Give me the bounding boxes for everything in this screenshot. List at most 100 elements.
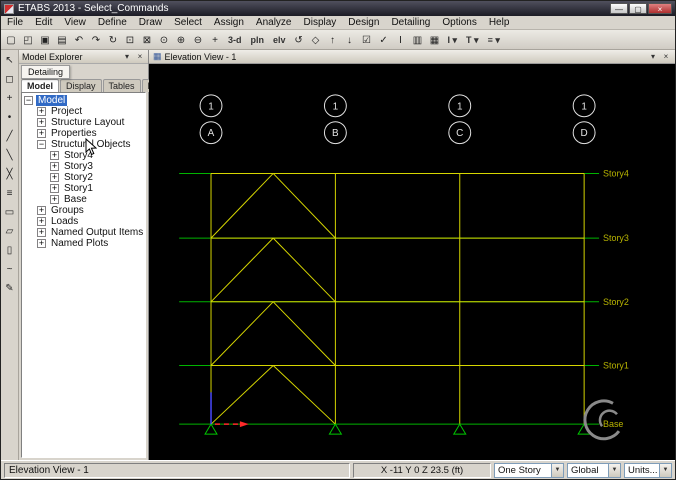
toolbar-tee-dropdown-button[interactable]: T ▾ — [462, 32, 483, 48]
tree-toggle-icon[interactable]: + — [50, 151, 59, 160]
tree-item-base[interactable]: + Base — [22, 194, 145, 205]
toolbar-new-model-button[interactable]: ▢ — [3, 32, 19, 48]
tree-item-properties[interactable]: + Properties — [22, 128, 145, 139]
close-button[interactable]: × — [648, 3, 672, 14]
side-draw-joint-button[interactable]: • — [2, 109, 18, 125]
tree-toggle-icon[interactable]: + — [37, 217, 46, 226]
tree-item-story3[interactable]: + Story3 — [22, 161, 145, 172]
toolbar-move-up-in-list-button[interactable]: ↑ — [325, 32, 341, 48]
maximize-button[interactable]: ▢ — [629, 3, 647, 14]
tab-display[interactable]: Display — [60, 79, 102, 92]
toolbar-perspective-toggle-button[interactable]: ◇ — [308, 32, 324, 48]
detailing-floating-tab[interactable]: Detailing — [21, 65, 71, 79]
toolbar-restore-full-view-button[interactable]: ⊠ — [139, 32, 155, 48]
side-quick-draw-frame-button[interactable]: ╲ — [2, 147, 18, 163]
panel-menu-icon[interactable]: ▾ — [122, 52, 132, 61]
side-draw-link-button[interactable]: ~ — [2, 261, 18, 277]
chevron-down-icon[interactable]: ▼ — [608, 463, 620, 477]
side-quick-draw-secondary-beams-button[interactable]: ≡ — [2, 185, 18, 201]
tree-toggle-icon[interactable]: + — [50, 173, 59, 182]
tree-item-story1[interactable]: + Story1 — [22, 183, 145, 194]
toolbar-move-down-in-list-button[interactable]: ↓ — [342, 32, 358, 48]
minimize-button[interactable]: — — [610, 3, 628, 14]
menu-help[interactable]: Help — [483, 16, 516, 30]
side-select-pointer-button[interactable]: ↖ — [2, 52, 18, 68]
side-draw-frame-button[interactable]: ╱ — [2, 128, 18, 144]
toolbar-open-file-button[interactable]: ◰ — [20, 32, 36, 48]
view-menu-icon[interactable]: ▾ — [648, 52, 658, 61]
elevation-view-header[interactable]: ▦ Elevation View - 1 ▾ × — [149, 50, 675, 64]
menu-view[interactable]: View — [58, 16, 92, 30]
menu-detailing[interactable]: Detailing — [385, 16, 436, 30]
tree-item-model[interactable]: − Model — [22, 95, 145, 106]
menu-assign[interactable]: Assign — [208, 16, 250, 30]
chevron-down-icon[interactable]: ▼ — [659, 463, 671, 477]
tab-model[interactable]: Model — [21, 79, 59, 92]
menu-select[interactable]: Select — [168, 16, 208, 30]
toolbar-plan-view-button[interactable]: pln — [247, 32, 269, 48]
toolbar-refresh-window-button[interactable]: ↻ — [105, 32, 121, 48]
tree-item-project[interactable]: + Project — [22, 106, 145, 117]
tree-item-story2[interactable]: + Story2 — [22, 172, 145, 183]
toolbar-set-display-options-button[interactable]: ☑ — [359, 32, 375, 48]
toolbar-view-3d-button[interactable]: 3-d — [224, 32, 246, 48]
tree-toggle-icon[interactable]: + — [37, 228, 46, 237]
tree-item-named-plots[interactable]: + Named Plots — [22, 238, 145, 249]
tree-toggle-icon[interactable]: + — [50, 184, 59, 193]
tree-toggle-icon[interactable]: + — [37, 129, 46, 138]
tree-toggle-icon[interactable]: + — [37, 118, 46, 127]
story-scope-dropdown[interactable]: One Story ▼ — [494, 462, 564, 478]
menu-display[interactable]: Display — [298, 16, 343, 30]
menu-edit[interactable]: Edit — [29, 16, 58, 30]
toolbar-rubber-band-zoom-button[interactable]: ⊡ — [122, 32, 138, 48]
toolbar-pan-button[interactable]: + — [207, 32, 223, 48]
toolbar-undo-button[interactable]: ↶ — [71, 32, 87, 48]
tree-item-named-output-items[interactable]: + Named Output Items — [22, 227, 145, 238]
menu-draw[interactable]: Draw — [133, 16, 168, 30]
tree-toggle-icon[interactable]: − — [24, 96, 33, 105]
toolbar-list-dropdown-button[interactable]: ≡ ▾ — [484, 32, 504, 48]
toolbar-elevation-view-button[interactable]: elv — [269, 32, 290, 48]
toolbar-zoom-out-button[interactable]: ⊖ — [190, 32, 206, 48]
tree-toggle-icon[interactable]: + — [37, 239, 46, 248]
toolbar-save-model-button[interactable]: ▣ — [37, 32, 53, 48]
menu-design[interactable]: Design — [342, 16, 385, 30]
toolbar-check-model-button[interactable]: ✓ — [376, 32, 392, 48]
side-quick-draw-braces-button[interactable]: ╳ — [2, 166, 18, 182]
side-draw-wall-button[interactable]: ▯ — [2, 242, 18, 258]
elevation-canvas-svg[interactable]: Story4 Story3 Story2 Story1 Base 1 A 1 B 1 C 1 D — [149, 64, 675, 460]
model-explorer-header[interactable]: Model Explorer ▾ × — [19, 50, 148, 64]
toolbar-wall-section-button[interactable]: ▥ — [410, 32, 426, 48]
menu-define[interactable]: Define — [92, 16, 133, 30]
side-draw-floor-area-button[interactable]: ▭ — [2, 204, 18, 220]
toolbar-rotate-3d-view-button[interactable]: ↺ — [291, 32, 307, 48]
units-dropdown[interactable]: Units... ▼ — [624, 462, 672, 478]
menu-file[interactable]: File — [1, 16, 29, 30]
tree-item-story4[interactable]: + Story4 — [22, 150, 145, 161]
toolbar-grid-options-button[interactable]: ▦ — [427, 32, 443, 48]
toolbar-redo-button[interactable]: ↷ — [88, 32, 104, 48]
side-quick-draw-area-button[interactable]: ▱ — [2, 223, 18, 239]
coordinate-system-dropdown[interactable]: Global ▼ — [567, 462, 621, 478]
toolbar-frame-section-button[interactable]: I — [393, 32, 409, 48]
tree-toggle-icon[interactable]: + — [50, 195, 59, 204]
toolbar-print-button[interactable]: ▤ — [54, 32, 70, 48]
tree-toggle-icon[interactable]: + — [37, 206, 46, 215]
tree-toggle-icon[interactable]: + — [50, 162, 59, 171]
tree-toggle-icon[interactable]: − — [37, 140, 46, 149]
toolbar-previous-zoom-button[interactable]: ⊙ — [156, 32, 172, 48]
tree-item-structure-layout[interactable]: + Structure Layout — [22, 117, 145, 128]
title-bar[interactable]: ETABS 2013 - Select_Commands — ▢ × — [1, 1, 675, 16]
chevron-down-icon[interactable]: ▼ — [551, 463, 563, 477]
elevation-canvas[interactable]: Story4 Story3 Story2 Story1 Base 1 A 1 B 1 C 1 D — [149, 64, 675, 460]
view-close-icon[interactable]: × — [661, 52, 671, 61]
tree-toggle-icon[interactable]: + — [37, 107, 46, 116]
menu-analyze[interactable]: Analyze — [250, 16, 298, 30]
side-select-window-button[interactable]: ◻ — [2, 71, 18, 87]
tab-tables[interactable]: Tables — [102, 79, 141, 92]
tree-item-loads[interactable]: + Loads — [22, 216, 145, 227]
menu-options[interactable]: Options — [436, 16, 482, 30]
side-reshape-object-button[interactable]: + — [2, 90, 18, 106]
tree-item-structural-objects[interactable]: − Structural Objects — [22, 139, 145, 150]
side-draw-dimension-button[interactable]: ✎ — [2, 280, 18, 296]
